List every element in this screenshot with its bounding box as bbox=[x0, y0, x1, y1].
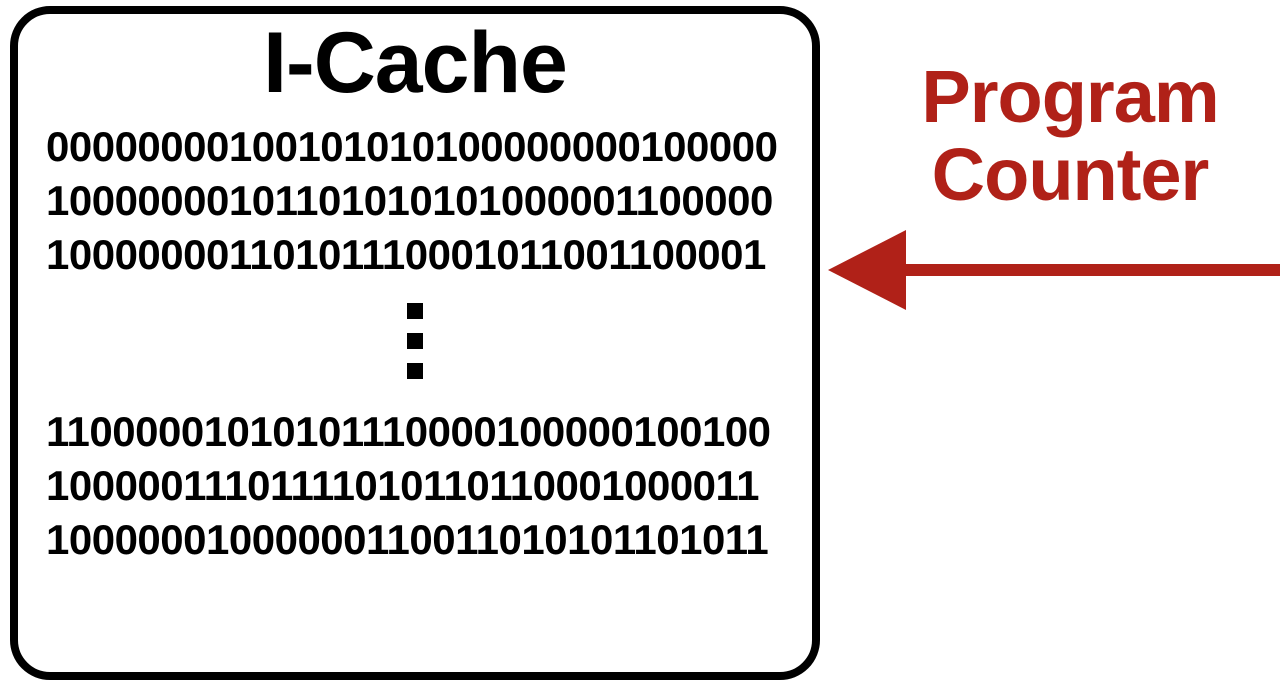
icache-line-2: 10000000110101110001011001100001 bbox=[46, 228, 784, 282]
program-counter-label-line2: Counter bbox=[870, 136, 1270, 214]
icache-line-5: 10000001000000110011010101101011 bbox=[46, 513, 784, 567]
icache-box: I-Cache 00000000100101010100000000100000… bbox=[10, 6, 820, 680]
icache-title: I-Cache bbox=[46, 20, 784, 106]
icache-line-1: 10000000101101010101000001100000 bbox=[46, 174, 784, 228]
icache-line-3: 11000001010101110000100000100100 bbox=[46, 405, 784, 459]
icache-line-4: 10000011101111010110110001000011 bbox=[46, 459, 784, 513]
arrow-left-icon bbox=[828, 222, 1280, 318]
icache-line-0: 00000000100101010100000000100000 bbox=[46, 120, 784, 174]
program-counter-label: Program Counter bbox=[870, 58, 1270, 215]
program-counter-label-line1: Program bbox=[870, 58, 1270, 136]
diagram-stage: I-Cache 00000000100101010100000000100000… bbox=[0, 0, 1280, 689]
vertical-ellipsis-icon bbox=[46, 303, 784, 379]
